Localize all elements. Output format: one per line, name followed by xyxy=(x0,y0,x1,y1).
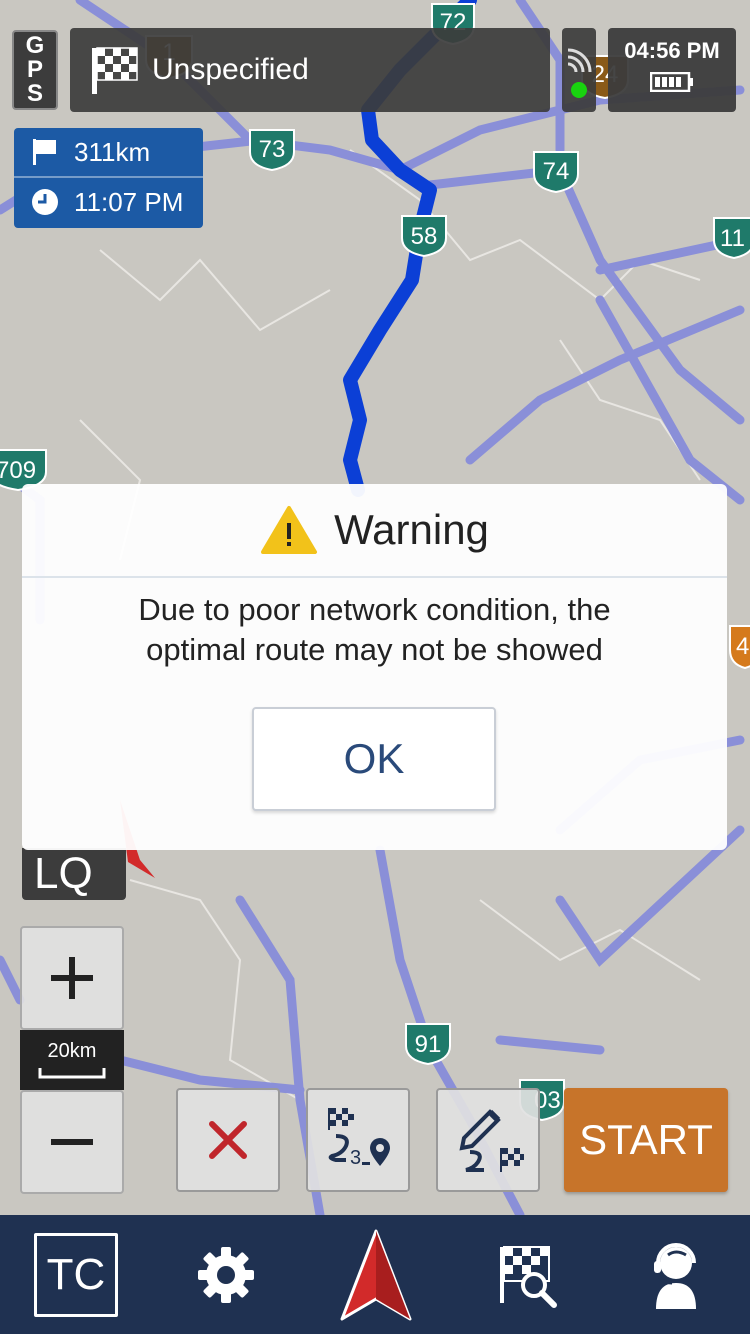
gear-icon xyxy=(198,1246,254,1303)
trip-info-panel[interactable]: 311km 11:07 PM xyxy=(14,128,203,228)
distance-row: 311km xyxy=(14,128,203,176)
highway-label: 73 xyxy=(259,136,286,163)
zoom-in-button[interactable] xyxy=(20,926,124,1030)
flag-search-icon xyxy=(500,1245,557,1308)
eta-row: 11:07 PM xyxy=(14,176,203,226)
warning-icon xyxy=(261,506,318,554)
bottom-navigation-bar: TC xyxy=(0,1215,750,1334)
wifi-signal-icon xyxy=(567,48,592,73)
tc-label: TC xyxy=(34,1232,118,1317)
destination-label: Unspecified xyxy=(152,53,309,86)
svg-text:3: 3 xyxy=(350,1147,361,1169)
zoom-out-button[interactable] xyxy=(20,1090,124,1194)
lq-button[interactable]: LQ xyxy=(22,848,126,900)
gps-letter: P xyxy=(26,56,43,83)
navigate-button[interactable] xyxy=(330,1215,422,1334)
connection-status-dot xyxy=(571,82,587,98)
dialog-title: Warning xyxy=(334,506,489,553)
search-destination-button[interactable] xyxy=(480,1215,572,1334)
voice-support-button[interactable] xyxy=(630,1215,722,1334)
dialog-header: Warning xyxy=(22,484,727,578)
plus-icon xyxy=(51,957,93,999)
dialog-message-line: optimal route may not be showed xyxy=(146,632,603,667)
start-navigation-button[interactable]: START xyxy=(564,1088,728,1192)
gps-letter: G xyxy=(25,32,45,59)
close-icon xyxy=(209,1121,247,1159)
map-scale-label: 20km xyxy=(47,1040,97,1062)
zoom-controls: 20km xyxy=(20,926,124,1194)
operator-headset-icon xyxy=(654,1242,696,1309)
edit-route-icon xyxy=(459,1109,524,1172)
gps-letter: S xyxy=(26,80,43,107)
clock-panel: 04:56 PM xyxy=(608,28,736,112)
battery-icon xyxy=(649,71,693,93)
flag-icon xyxy=(33,139,56,165)
network-signal-indicator xyxy=(562,28,596,112)
highway-label: 58 xyxy=(411,223,438,250)
highway-label: 74 xyxy=(543,158,570,185)
cancel-route-button[interactable] xyxy=(176,1088,280,1192)
gps-indicator: G P S xyxy=(12,30,58,110)
estimated-arrival-time: 11:07 PM xyxy=(74,186,184,217)
remaining-distance: 311km xyxy=(74,136,151,167)
route-waypoint-button[interactable]: 3 xyxy=(306,1088,410,1192)
map-scale: 20km xyxy=(20,1030,124,1090)
settings-button[interactable] xyxy=(180,1215,272,1334)
route-waypoint-icon: 3 xyxy=(328,1108,390,1169)
dialog-message: Due to poor network condition, the optim… xyxy=(22,590,727,670)
clock-icon xyxy=(32,189,58,215)
highway-label: 11 xyxy=(720,225,745,252)
navigation-arrow-icon xyxy=(340,1229,412,1320)
highway-label: 709 xyxy=(0,457,36,484)
scale-bar-icon xyxy=(38,1068,106,1079)
highway-label: 4 xyxy=(736,633,749,660)
destination-bar[interactable]: Unspecified xyxy=(70,28,550,112)
current-time: 04:56 PM xyxy=(624,38,720,63)
highway-label: 91 xyxy=(415,1031,442,1058)
checkered-flag-icon xyxy=(92,47,138,94)
ok-button[interactable]: OK xyxy=(252,707,496,811)
tc-button[interactable]: TC xyxy=(30,1215,122,1334)
edit-route-button[interactable] xyxy=(436,1088,540,1192)
dialog-message-line: Due to poor network condition, the xyxy=(138,592,611,627)
warning-dialog: Warning Due to poor network condition, t… xyxy=(22,484,727,850)
minus-icon xyxy=(51,1139,93,1145)
